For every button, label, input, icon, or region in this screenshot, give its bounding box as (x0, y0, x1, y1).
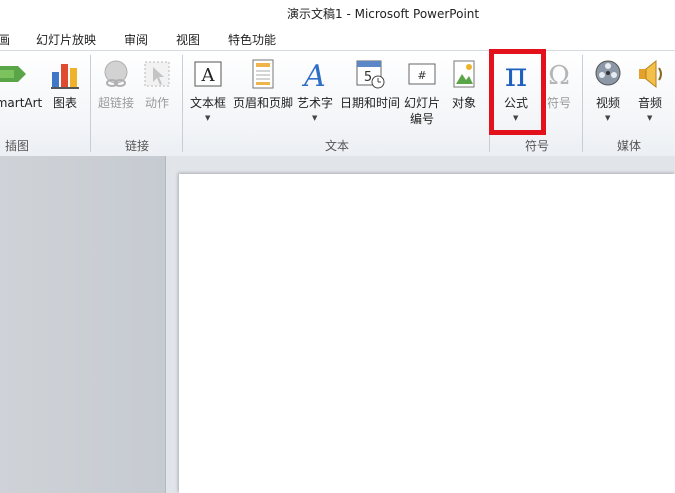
tab-special-features[interactable]: 特色功能 (228, 31, 276, 48)
slide-number-label-line2: 编号 (409, 112, 434, 126)
slide-number-label-line1: 幻灯片 (403, 96, 440, 110)
slide-canvas[interactable] (179, 174, 675, 493)
wordart-button[interactable]: A 艺术字 ▼ (296, 56, 334, 136)
svg-text:5: 5 (364, 70, 372, 85)
action-label: 动作 (144, 96, 169, 110)
svg-text:#: # (417, 69, 426, 82)
textbox-button[interactable]: A 文本框 ▼ (186, 56, 230, 136)
omega-icon: Ω (548, 61, 570, 90)
header-footer-icon (252, 59, 274, 89)
video-label: 视频 (595, 96, 620, 110)
ribbon: martArt 图表 超链接 动作 A 文本框 ▼ 页眉和页脚 A 艺术字 ▼ … (0, 50, 675, 157)
video-dropdown-arrow: ▼ (605, 114, 611, 122)
object-button[interactable]: 对象 (446, 56, 482, 136)
video-button[interactable]: 视频 ▼ (590, 56, 626, 136)
group-label-text: 文本 (324, 139, 349, 153)
equation-dropdown-arrow: ▼ (513, 114, 519, 122)
editing-workspace (0, 156, 675, 493)
calendar-icon: 5 (356, 60, 385, 89)
tab-view[interactable]: 视图 (176, 31, 200, 48)
tab-draw[interactable]: 画 (0, 31, 10, 48)
object-icon (453, 60, 475, 88)
film-reel-icon (595, 60, 621, 86)
slide-number-button[interactable]: # 幻灯片 编号 (402, 56, 442, 136)
svg-text:Ω: Ω (548, 61, 570, 90)
textbox-dropdown-arrow: ▼ (205, 114, 211, 122)
tab-slideshow[interactable]: 幻灯片放映 (36, 31, 96, 48)
smartart-label: martArt (0, 96, 43, 110)
globe-link-icon (104, 60, 128, 87)
wordart-icon: A (301, 59, 326, 90)
date-time-label: 日期和时间 (339, 96, 400, 110)
svg-text:π: π (505, 58, 527, 90)
symbol-label: 符号 (546, 96, 571, 110)
symbol-button[interactable]: Ω 符号 (542, 56, 576, 136)
window-title: 演示文稿1 - Microsoft PowerPoint (287, 7, 480, 21)
wordart-dropdown-arrow: ▼ (312, 114, 318, 122)
group-separator (182, 55, 183, 152)
group-label-media: 媒体 (616, 139, 641, 153)
hyperlink-button[interactable]: 超链接 (96, 56, 136, 136)
group-separator (582, 55, 583, 152)
group-label-symbols: 符号 (524, 139, 549, 153)
hyperlink-label: 超链接 (97, 96, 134, 110)
slides-thumbnail-pane[interactable] (0, 156, 166, 493)
group-label-illustrations: 插图 (4, 139, 29, 153)
svg-text:A: A (301, 59, 326, 90)
textbox-label: 文本框 (189, 96, 226, 110)
equation-button[interactable]: π 公式 ▼ (494, 56, 538, 136)
smartart-button[interactable]: martArt (0, 56, 44, 136)
title-bar: 演示文稿1 - Microsoft PowerPoint (0, 0, 675, 26)
tab-review[interactable]: 审阅 (124, 31, 148, 48)
date-time-button[interactable]: 5 日期和时间 (338, 56, 402, 136)
textbox-icon: A (194, 61, 222, 87)
equation-label: 公式 (503, 96, 528, 110)
chart-button[interactable]: 图表 (48, 56, 82, 136)
audio-button[interactable]: 音频 ▼ (632, 56, 668, 136)
bar-chart-icon (51, 64, 79, 89)
svg-text:A: A (201, 65, 216, 86)
audio-dropdown-arrow: ▼ (647, 114, 653, 122)
group-separator (489, 55, 490, 152)
smartart-icon (0, 66, 26, 82)
object-label: 对象 (451, 96, 476, 110)
group-label-links: 链接 (124, 139, 149, 153)
audio-label: 音频 (637, 96, 662, 110)
header-footer-button[interactable]: 页眉和页脚 (232, 56, 294, 136)
speaker-icon (639, 59, 662, 89)
action-icon (144, 61, 170, 87)
wordart-label: 艺术字 (296, 96, 333, 110)
header-footer-label: 页眉和页脚 (232, 96, 293, 110)
group-separator (90, 55, 91, 152)
pi-icon: π (505, 58, 527, 90)
slide-number-icon: # (408, 63, 436, 85)
chart-label: 图表 (52, 96, 77, 110)
action-button[interactable]: 动作 (140, 56, 174, 136)
ribbon-tab-bar: 画 幻灯片放映 审阅 视图 特色功能 (0, 26, 675, 50)
